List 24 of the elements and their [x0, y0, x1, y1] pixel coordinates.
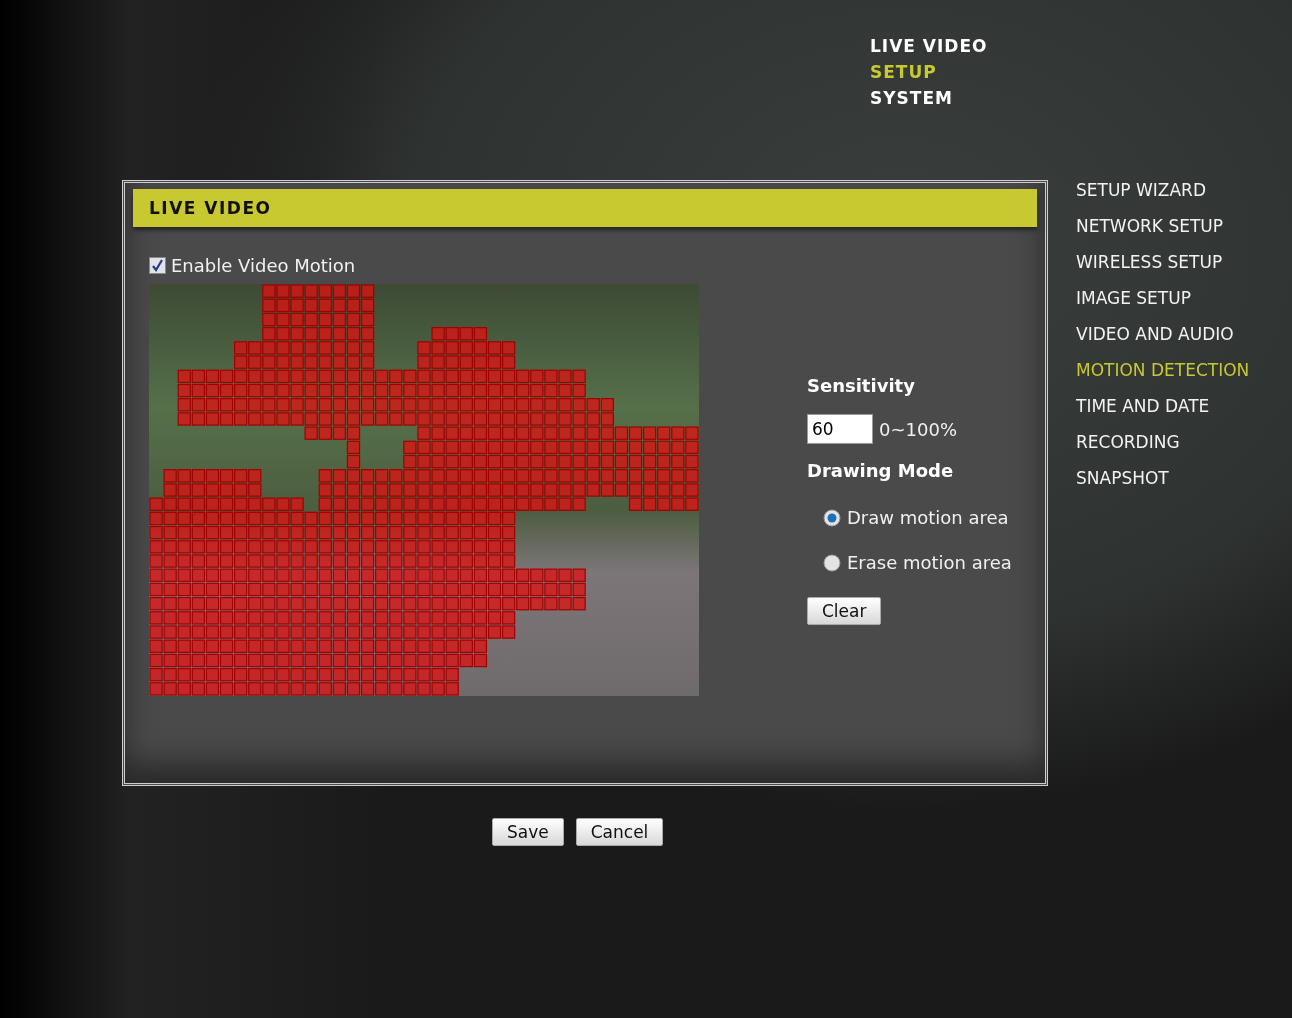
menu-item[interactable]: TIME AND DATE: [1076, 396, 1210, 416]
sensitivity-label: Sensitivity: [807, 375, 916, 396]
radio-option[interactable]: Draw motion area: [823, 507, 1012, 528]
range-label: 0~100%: [879, 418, 957, 440]
menu-item[interactable]: WIRELESS SETUP: [1076, 252, 1223, 272]
checkbox-label: Enable Video Motion: [171, 255, 356, 276]
radio-option[interactable]: Erase motion area: [823, 552, 1012, 573]
menu-item[interactable]: SETUP WIZARD: [1076, 180, 1206, 200]
drawing-mode-label: Drawing Mode: [807, 460, 955, 481]
menu-item[interactable]: VIDEO AND AUDIO: [1076, 324, 1234, 344]
sensitivity-field[interactable]: 60: [807, 414, 873, 444]
form-button[interactable]: Save: [492, 818, 564, 846]
nav-tab[interactable]: LIVE VIDEO: [870, 36, 988, 56]
enable-motion-checkbox[interactable]: [149, 257, 166, 274]
menu-item[interactable]: IMAGE SETUP: [1076, 288, 1191, 308]
nav-tab[interactable]: SETUP: [870, 62, 937, 82]
menu-item[interactable]: RECORDING: [1076, 432, 1180, 452]
menu-item[interactable]: MOTION DETECTION: [1076, 360, 1250, 380]
form-button[interactable]: Cancel: [575, 818, 664, 846]
menu-item[interactable]: SNAPSHOT: [1076, 468, 1169, 488]
clear-button[interactable]: Clear: [807, 597, 882, 625]
panel-title: LIVE VIDEO: [133, 189, 1037, 227]
nav-tab[interactable]: SYSTEM: [870, 88, 953, 108]
menu-item[interactable]: NETWORK SETUP: [1076, 216, 1223, 236]
